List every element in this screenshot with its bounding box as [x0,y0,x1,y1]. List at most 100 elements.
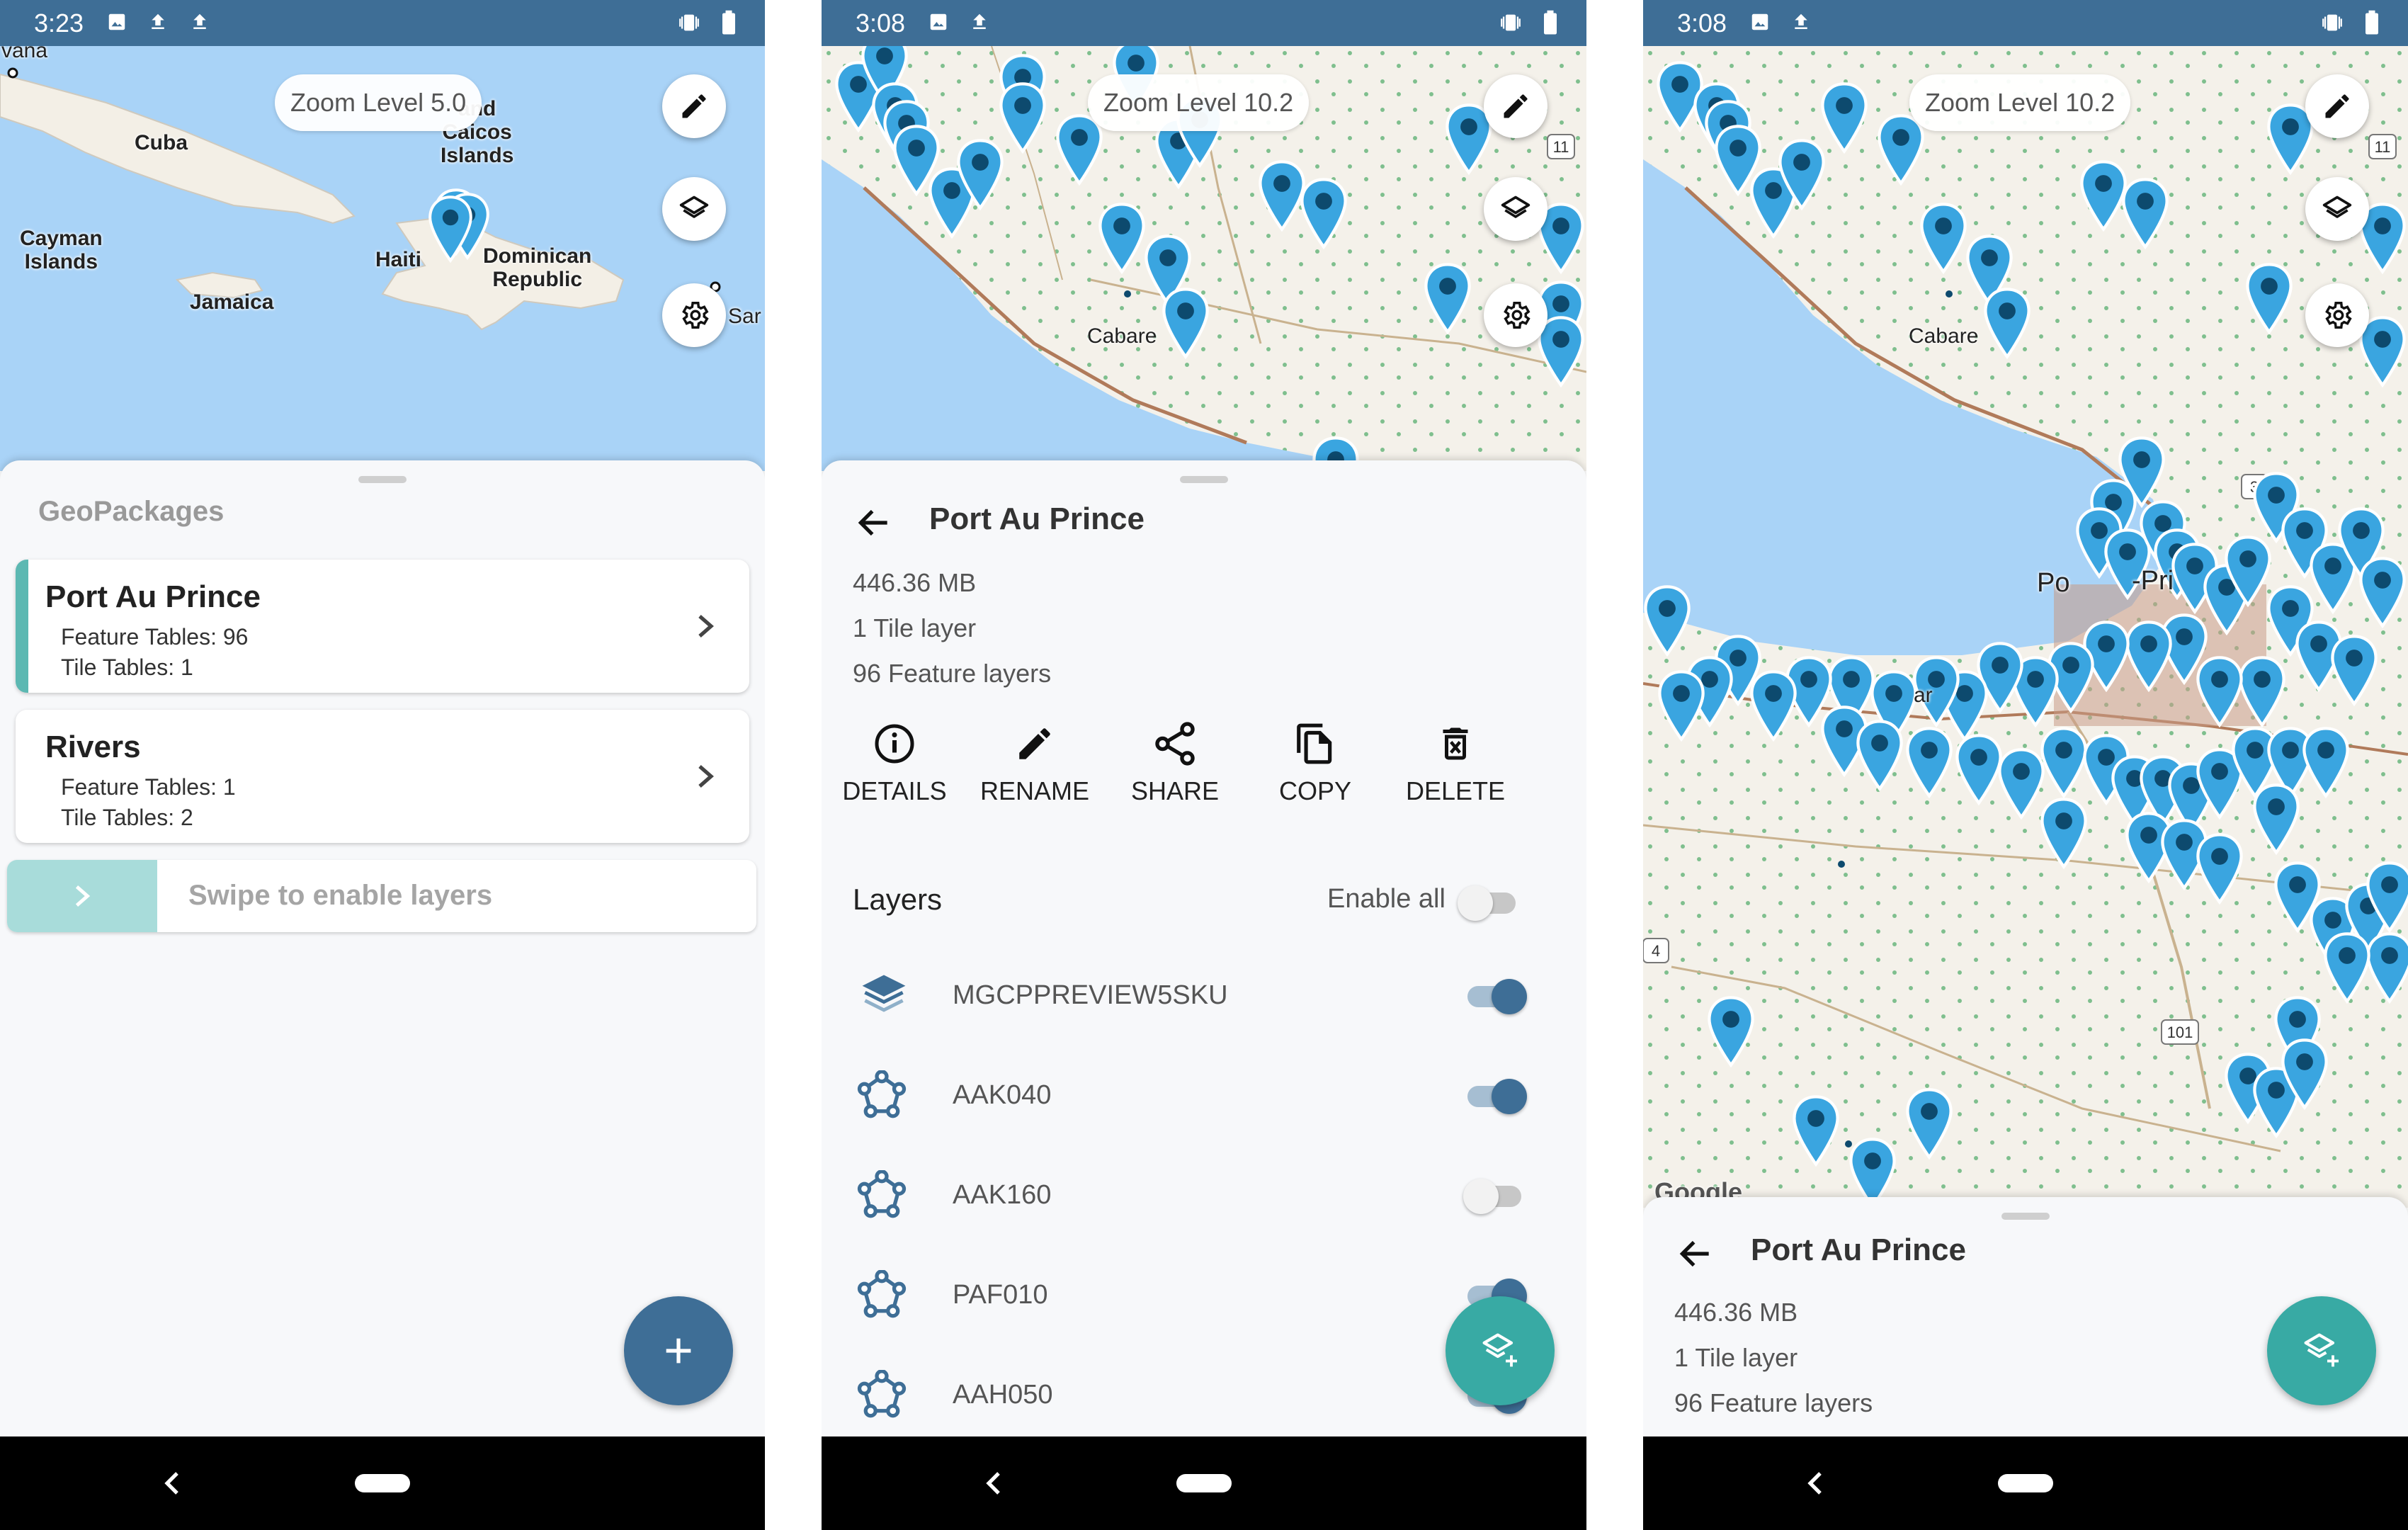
add-layer-icon [1477,1328,1523,1373]
battery-icon [722,10,735,35]
details-button[interactable]: DETAILS [834,715,955,806]
settings-button[interactable] [662,283,726,347]
sheet-drag-handle[interactable] [2001,1213,2050,1220]
map-layers-button[interactable] [1484,177,1547,241]
map-label-cabaret: Cabare [1087,324,1157,348]
swipe-label: Swipe to enable layers [188,880,493,911]
geopackage-card[interactable]: Port Au Prince Feature Tables: 96 Tile T… [16,560,749,693]
plus-icon [666,1338,691,1364]
sheet-drag-handle[interactable] [358,476,407,483]
sheet-drag-handle[interactable] [1180,476,1228,483]
nav-home-button[interactable] [1176,1474,1232,1492]
layer-name: AAH050 [953,1380,1053,1410]
map-view[interactable]: 11 Cabare Zoom Level 10.2 [822,46,1586,471]
nav-back-icon[interactable] [984,1469,1003,1497]
add-geopackage-button[interactable] [624,1296,733,1405]
chevron-right-icon [75,885,91,907]
share-label: SHARE [1130,776,1220,805]
share-button[interactable]: SHARE [1115,715,1235,806]
map-label-port-au-prince-2: -Pri [2132,566,2174,596]
chevron-right-icon [698,765,714,788]
geopackage-size: 446.36 MB [853,568,977,597]
status-time: 3:08 [1677,8,1727,38]
swipe-handle[interactable] [7,860,157,932]
zoom-level-chip: Zoom Level 10.2 [1088,74,1310,131]
info-icon [875,724,914,764]
tile-layers-icon [862,975,906,1012]
layer-name: PAF010 [953,1280,1048,1310]
layer-row[interactable]: MGCPPREVIEW5SKU [822,951,1586,1043]
edit-button[interactable] [1484,74,1547,138]
pencil-icon [1014,723,1055,764]
map-layers-button[interactable] [662,177,726,241]
tile-layer-count: 1 Tile layer [853,613,977,642]
enable-all-label: Enable all [1327,884,1446,914]
layer-row[interactable]: AAK040 [822,1050,1586,1143]
nav-back-icon[interactable] [1806,1469,1824,1497]
geopackage-size: 446.36 MB [1674,1298,1798,1327]
delete-button[interactable]: DELETE [1395,715,1516,806]
image-icon [108,13,125,30]
sheet-title: GeoPackages [38,496,225,527]
vibrate-icon [678,14,699,31]
map-label-cabaret: Cabare [1909,324,1979,348]
vibrate-icon [1500,14,1521,31]
map-label-jamaica: Jamaica [190,290,274,314]
nav-home-button[interactable] [355,1474,410,1492]
add-layer-button[interactable] [2267,1296,2376,1405]
nav-back-icon[interactable] [163,1469,181,1497]
status-bar: 3:08 [1643,0,2408,46]
map-label-port-au-prince: Po [2037,568,2070,598]
copy-button[interactable]: COPY [1255,715,1375,806]
screen-geopackage-map: 3:08 11 3 4 101 Cabare Po -Pri ar Google… [1643,0,2408,1530]
map-view[interactable]: Cuba and Caicos Islands Cayman Islands J… [0,46,765,471]
polygon-icon [857,1070,907,1120]
layers-icon [678,193,710,225]
settings-button[interactable] [2305,283,2369,347]
map-view[interactable]: 11 3 4 101 Cabare Po -Pri ar Google Zoom… [1643,46,2408,1208]
polygon-icon [857,1370,907,1420]
map-label-haiti: Haiti [375,248,422,271]
status-time: 3:08 [856,8,906,38]
rename-button[interactable]: RENAME [975,715,1095,806]
geopackages-sheet: GeoPackages Port Au Prince Feature Table… [0,460,765,1436]
tile-layer-count: 1 Tile layer [1674,1343,1798,1372]
polygon-icon [857,1270,907,1320]
geopackage-card[interactable]: Rivers Feature Tables: 1 Tile Tables: 2 [16,710,749,843]
layers-title: Layers [853,883,943,916]
settings-button[interactable] [1484,283,1547,347]
copy-icon [1297,723,1332,764]
layer-switch[interactable] [1463,979,1527,1014]
upload-icon [1795,13,1808,29]
back-arrow-icon[interactable] [1676,1234,1715,1274]
image-icon [1751,13,1768,30]
zoom-level-chip: Zoom Level 5.0 [275,74,482,131]
layers-icon [2322,193,2353,225]
navigation-bar [0,1436,765,1530]
gear-icon [2321,299,2353,332]
layer-switch[interactable] [1463,1179,1527,1214]
feature-tables-count: Feature Tables: 1 [61,774,236,800]
add-layer-button[interactable] [1446,1296,1555,1405]
nav-home-button[interactable] [1998,1474,2053,1492]
share-icon [1155,722,1195,766]
polygon-icon [857,1170,907,1220]
add-layer-icon [2299,1328,2344,1373]
geopackage-title: Port Au Prince [929,502,1145,536]
edit-button[interactable] [662,74,726,138]
edit-button[interactable] [2305,74,2369,138]
enable-all-switch[interactable] [1458,885,1521,921]
layer-row[interactable]: AAK160 [822,1150,1586,1242]
geopackage-detail-sheet: Port Au Prince 446.36 MB 1 Tile layer 96… [1643,1197,2408,1436]
copy-label: COPY [1278,776,1352,805]
swipe-to-enable-layers[interactable]: Swipe to enable layers [7,860,756,932]
layer-name: AAK040 [953,1080,1052,1110]
feature-layer-count: 96 Feature layers [1674,1388,1873,1417]
rename-label: RENAME [979,776,1090,805]
geopackage-detail-sheet: Port Au Prince 446.36 MB 1 Tile layer 96… [822,460,1586,1436]
road-shield-4: 4 [1652,942,1660,960]
layer-switch[interactable] [1463,1079,1527,1114]
map-layers-button[interactable] [2305,177,2369,241]
back-arrow-icon[interactable] [854,503,894,543]
map-label-havana: vana [1,46,48,62]
